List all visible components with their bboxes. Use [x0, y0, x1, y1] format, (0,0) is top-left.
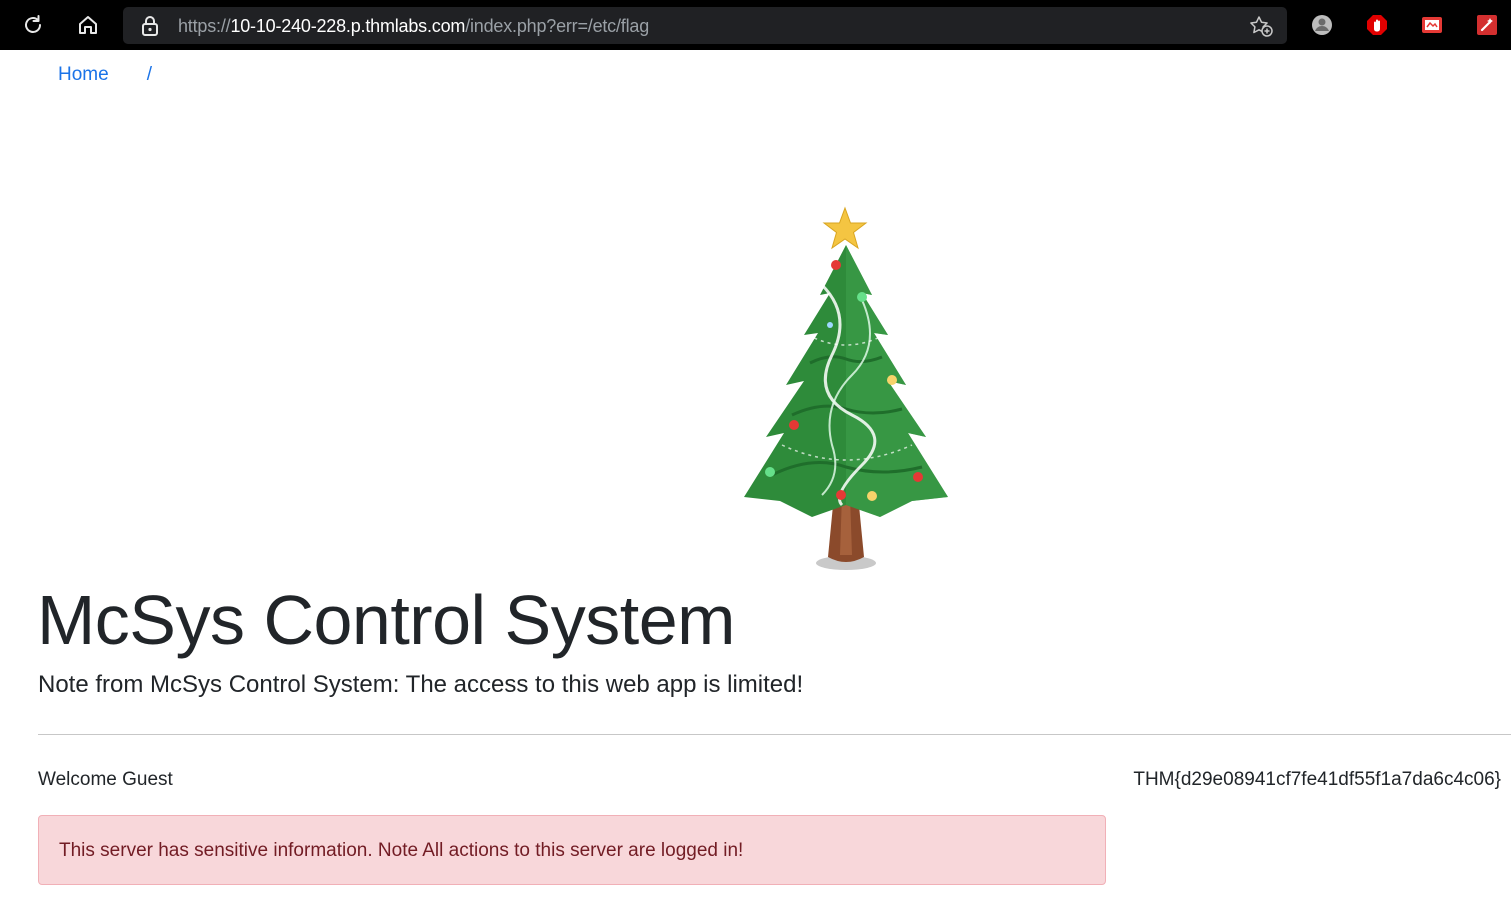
url-host: 10-10-240-228.p.thmlabs.com: [230, 16, 466, 36]
tool-extension-icon[interactable]: [1475, 13, 1499, 37]
breadcrumb-home-link[interactable]: Home: [58, 64, 109, 85]
page-title: McSys Control System: [37, 581, 735, 659]
alert-banner: This server has sensitive information. N…: [38, 815, 1106, 885]
pdf-extension-icon[interactable]: [1420, 13, 1444, 37]
christmas-tree-image: [712, 205, 982, 575]
address-bar[interactable]: https://10-10-240-228.p.thmlabs.com/inde…: [123, 7, 1287, 44]
home-icon[interactable]: [73, 10, 103, 40]
browser-toolbar: https://10-10-240-228.p.thmlabs.com/inde…: [0, 0, 1511, 50]
lock-icon[interactable]: [141, 16, 159, 41]
add-favorite-icon[interactable]: [1249, 15, 1273, 42]
adblock-extension-icon[interactable]: [1365, 13, 1389, 37]
divider: [38, 734, 1511, 735]
flag-text: THM{d29e08941cf7fe41df55f1a7da6c4c06}: [1133, 769, 1501, 790]
breadcrumb-separator: /: [146, 64, 152, 85]
url-text[interactable]: https://10-10-240-228.p.thmlabs.com/inde…: [178, 16, 649, 36]
page-subtitle: Note from McSys Control System: The acce…: [38, 671, 804, 698]
alert-message: This server has sensitive information. N…: [59, 840, 744, 861]
reload-icon[interactable]: [18, 10, 48, 40]
url-scheme: https://: [178, 16, 231, 36]
profile-extension-icon[interactable]: [1310, 13, 1334, 37]
breadcrumb: Home /: [58, 64, 152, 86]
url-path: /index.php?err=/etc/flag: [465, 16, 650, 36]
welcome-text: Welcome Guest: [38, 769, 173, 790]
